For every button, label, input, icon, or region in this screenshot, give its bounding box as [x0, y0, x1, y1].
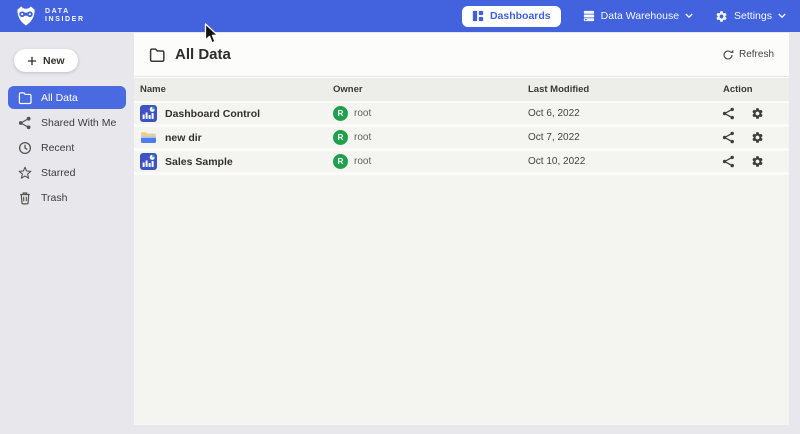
sidebar: New All Data Shared With Me Recent	[0, 32, 134, 434]
dashboard-file-icon	[140, 153, 157, 170]
settings-label: Settings	[734, 10, 772, 22]
gear-icon	[715, 10, 728, 23]
gear-action-icon[interactable]	[751, 131, 764, 144]
owner-name: root	[354, 132, 371, 143]
sidebar-item-label: Trash	[41, 192, 67, 204]
dashboards-button[interactable]: Dashboards	[462, 6, 561, 27]
file-name: Sales Sample	[165, 156, 233, 168]
column-header-owner: Owner	[333, 84, 528, 95]
topbar: DATA INSIDER Dashboards Data Warehouse	[0, 0, 800, 32]
last-modified: Oct 10, 2022	[528, 156, 718, 167]
table-row[interactable]: Sales Sample R root Oct 10, 2022	[134, 151, 789, 175]
owner-name: root	[354, 108, 371, 119]
sidebar-item-all-data[interactable]: All Data	[8, 86, 126, 109]
table-row[interactable]: new dir R root Oct 7, 2022	[134, 127, 789, 151]
data-warehouse-label: Data Warehouse	[601, 10, 679, 22]
star-icon	[18, 166, 32, 180]
refresh-label: Refresh	[739, 49, 774, 60]
owner-avatar: R	[333, 154, 348, 169]
sidebar-nav: All Data Shared With Me Recent Starred	[0, 85, 134, 210]
column-header-last-modified: Last Modified	[528, 84, 718, 95]
brand: DATA INSIDER	[14, 5, 85, 28]
page-title: All Data	[175, 46, 231, 63]
gear-action-icon[interactable]	[751, 155, 764, 168]
sidebar-item-label: All Data	[41, 92, 78, 104]
owner-avatar: R	[333, 106, 348, 121]
folder-icon	[149, 47, 165, 63]
new-button-label: New	[43, 55, 65, 67]
share-action-icon[interactable]	[722, 131, 735, 144]
folder-icon	[18, 91, 32, 105]
sidebar-item-shared-with-me[interactable]: Shared With Me	[8, 111, 126, 134]
share-action-icon[interactable]	[722, 107, 735, 120]
owner-avatar: R	[333, 130, 348, 145]
folder-file-icon	[140, 129, 157, 146]
owl-logo-icon	[14, 5, 38, 28]
share-icon	[18, 116, 32, 130]
plus-icon	[27, 56, 37, 66]
file-name: Dashboard Control	[165, 108, 260, 120]
table-header-row: Name Owner Last Modified Action	[134, 78, 789, 103]
settings-menu[interactable]: Settings	[715, 10, 786, 23]
brand-line1: DATA	[45, 8, 85, 16]
clock-icon	[18, 141, 32, 155]
file-table: Name Owner Last Modified Action Dashboar…	[134, 78, 789, 425]
sidebar-item-recent[interactable]: Recent	[8, 136, 126, 159]
dashboard-grid-icon	[472, 10, 484, 22]
dashboard-file-icon	[140, 105, 157, 122]
share-action-icon[interactable]	[722, 155, 735, 168]
new-button[interactable]: New	[14, 49, 78, 72]
gear-action-icon[interactable]	[751, 107, 764, 120]
brand-line2: INSIDER	[45, 16, 85, 24]
last-modified: Oct 6, 2022	[528, 108, 718, 119]
table-row[interactable]: Dashboard Control R root Oct 6, 2022	[134, 103, 789, 127]
sidebar-item-label: Recent	[41, 142, 74, 154]
refresh-icon	[722, 49, 734, 61]
chevron-down-icon	[685, 13, 693, 19]
data-warehouse-menu[interactable]: Data Warehouse	[583, 10, 693, 22]
panel-header: All Data Refresh	[134, 33, 789, 77]
main-panel: All Data Refresh Name Owner Last Modifie…	[134, 33, 789, 425]
dashboards-label: Dashboards	[490, 10, 551, 22]
sidebar-item-trash[interactable]: Trash	[8, 186, 126, 209]
chevron-down-icon	[778, 13, 786, 19]
sidebar-item-starred[interactable]: Starred	[8, 161, 126, 184]
refresh-button[interactable]: Refresh	[722, 49, 774, 61]
column-header-name: Name	[134, 84, 333, 95]
sidebar-item-label: Starred	[41, 167, 75, 179]
owner-name: root	[354, 156, 371, 167]
column-header-action: Action	[718, 84, 789, 95]
sidebar-item-label: Shared With Me	[41, 117, 116, 129]
database-icon	[583, 10, 595, 22]
top-navigation: Dashboards Data Warehouse Settings	[462, 6, 786, 27]
file-name: new dir	[165, 132, 202, 144]
trash-icon	[18, 191, 32, 205]
last-modified: Oct 7, 2022	[528, 132, 718, 143]
